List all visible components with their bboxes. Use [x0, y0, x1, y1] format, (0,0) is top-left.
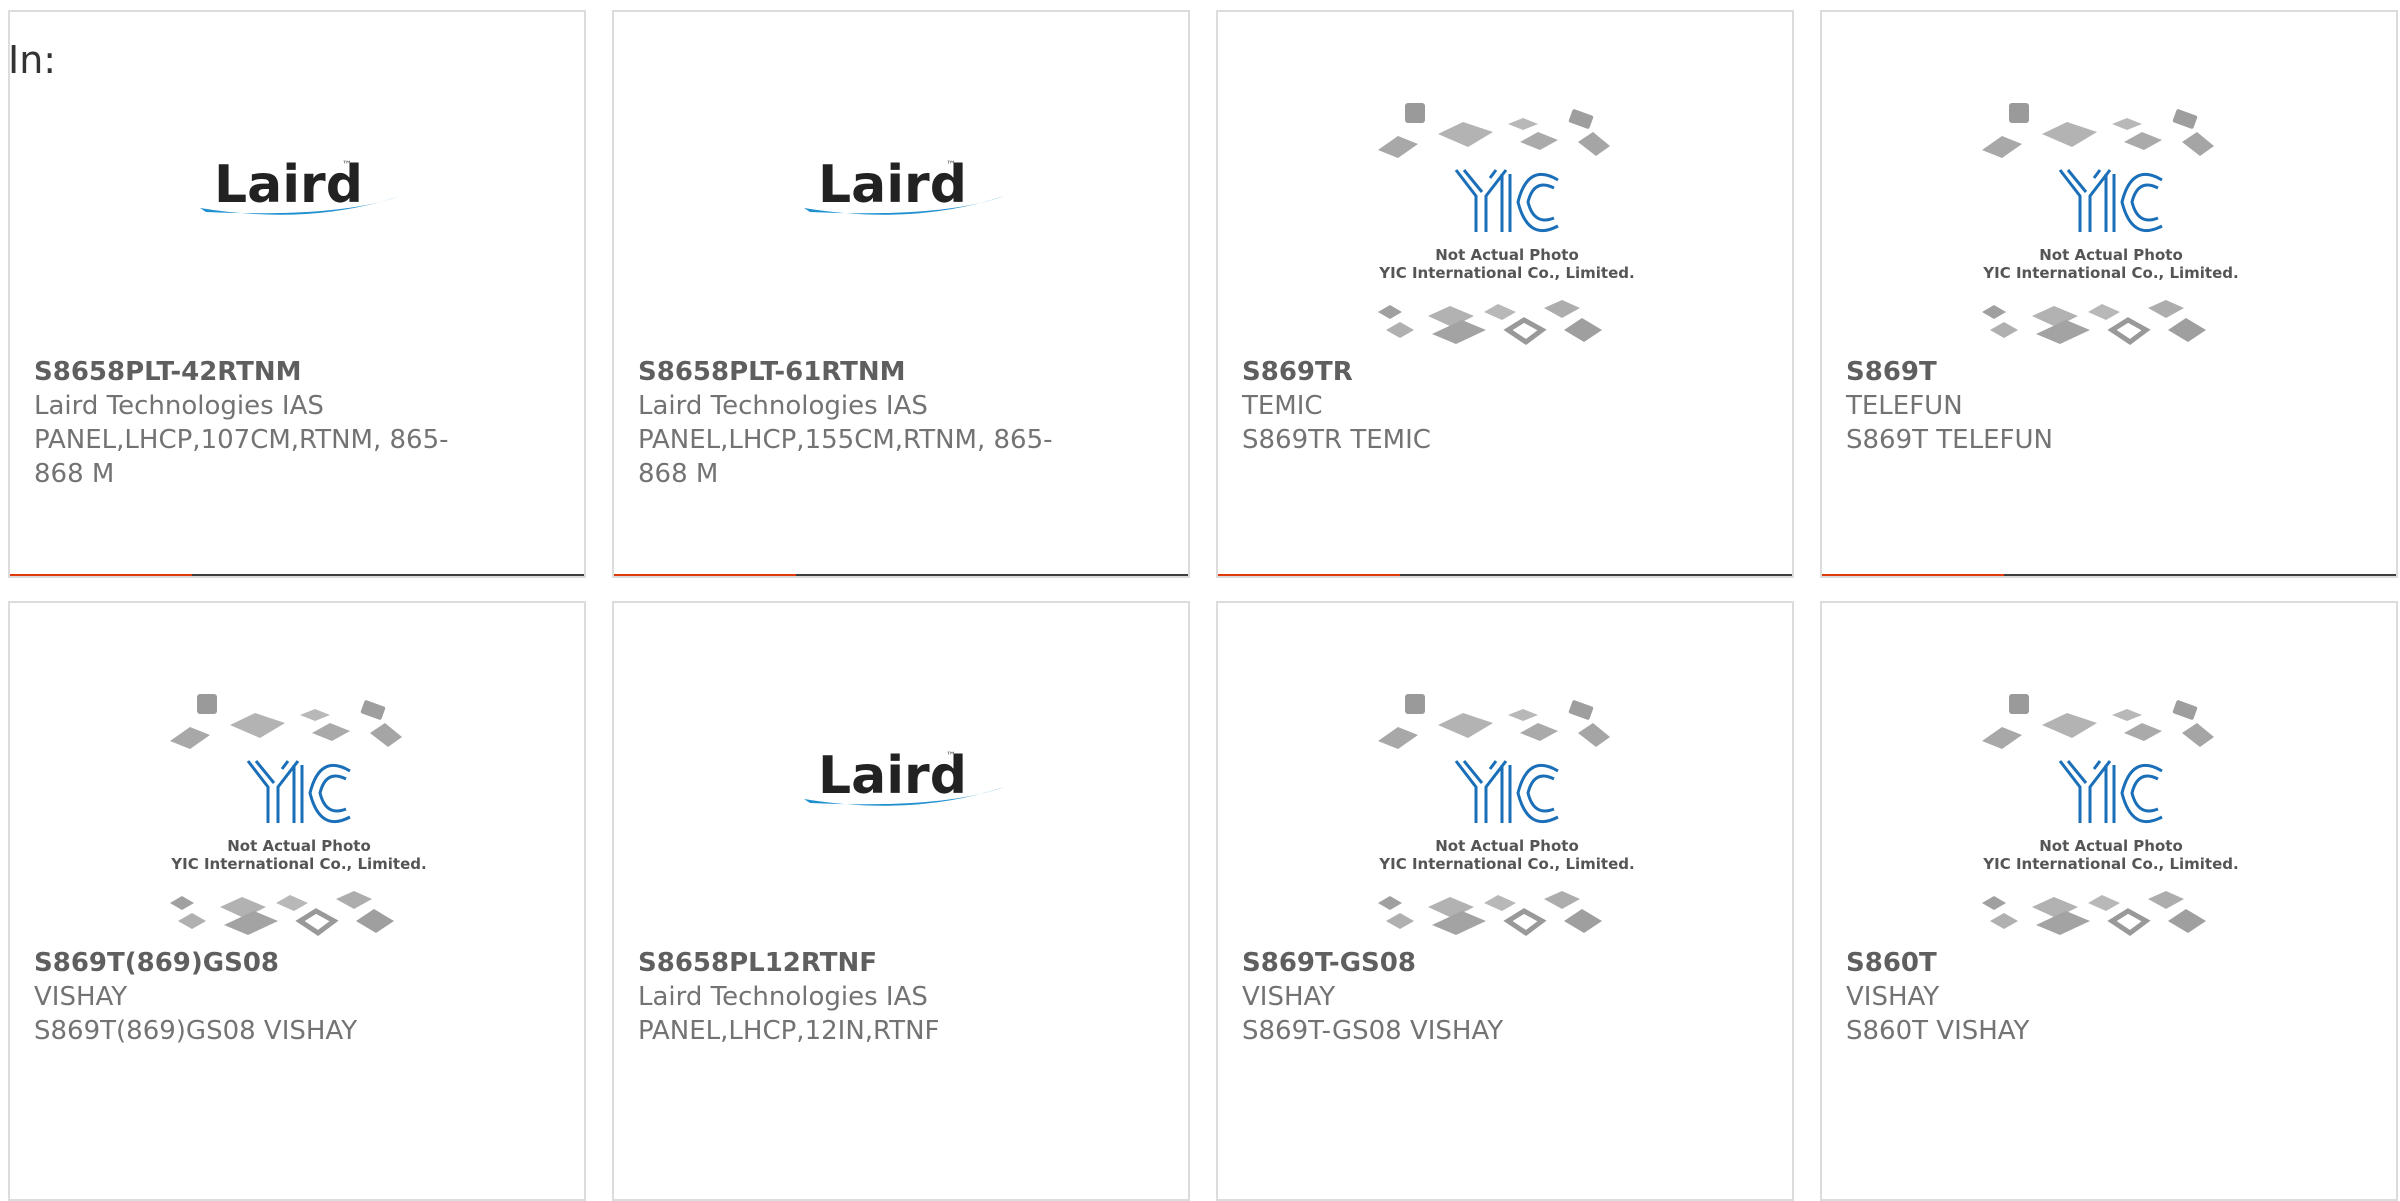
- product-card[interactable]: Not Actual Photo YIC International Co., …: [1216, 601, 1794, 1201]
- in-label: In:: [8, 38, 57, 82]
- product-image[interactable]: Laird ™: [614, 603, 1188, 943]
- manufacturer-label: TEMIC: [1242, 391, 1323, 421]
- manufacturer-label: Laird Technologies IAS: [638, 391, 928, 421]
- svg-text:™: ™: [946, 751, 956, 762]
- manufacturer-label: VISHAY: [1846, 982, 1940, 1012]
- product-image[interactable]: Laird ™: [614, 12, 1188, 352]
- product-image[interactable]: Laird ™: [10, 12, 584, 352]
- product-card[interactable]: Not Actual Photo YIC International Co., …: [1820, 10, 2398, 578]
- manufacturer-label: Laird Technologies IAS: [638, 982, 928, 1012]
- card-accent-bar: [10, 574, 192, 576]
- card-accent-bar: [1822, 574, 2004, 576]
- product-image[interactable]: Not Actual Photo YIC International Co., …: [1822, 603, 2396, 943]
- product-grid: Laird ™ S8658PLT-42RTNM Laird Technologie…: [0, 0, 2400, 1201]
- product-card[interactable]: Not Actual Photo YIC International Co., …: [8, 601, 586, 1201]
- svg-text:Not Actual Photo: Not Actual Photo: [2039, 837, 2183, 855]
- description-label: PANEL,LHCP,12IN,RTNF: [638, 1016, 940, 1046]
- not-actual-photo-icon: Not Actual Photo YIC International Co., …: [1378, 694, 1635, 937]
- product-info: S860T VISHAY S860T VISHAY: [1846, 946, 2286, 1048]
- product-info: S869T(869)GS08 VISHAY S869T(869)GS08 VISHA…: [34, 946, 474, 1048]
- part-number-link[interactable]: S869T(869)GS08: [34, 946, 474, 980]
- description-label: S869T TELEFUN: [1846, 425, 2053, 455]
- description-label: S869T-GS08 VISHAY: [1242, 1016, 1504, 1046]
- product-image[interactable]: Not Actual Photo YIC International Co., …: [1218, 12, 1792, 352]
- not-actual-photo-icon: Not Actual Photo YIC International Co., …: [1982, 103, 2239, 346]
- svg-text:™: ™: [342, 160, 352, 171]
- description-label: PANEL,LHCP,155CM,RTNM, 865-868 M: [638, 425, 1053, 489]
- svg-text:YIC International Co., Limited: YIC International Co., Limited.: [170, 855, 426, 873]
- svg-text:YIC International Co., Limited: YIC International Co., Limited.: [1378, 855, 1634, 873]
- description-label: S869TR TEMIC: [1242, 425, 1431, 455]
- product-card[interactable]: Laird ™ S8658PL12RTNF Laird Technologies …: [612, 601, 1190, 1201]
- not-actual-photo-icon: Not Actual Photo YIC International Co., …: [170, 694, 427, 937]
- product-image[interactable]: Not Actual Photo YIC International Co., …: [1218, 603, 1792, 943]
- product-card[interactable]: Not Actual Photo YIC International Co., …: [1820, 601, 2398, 1201]
- manufacturer-label: Laird Technologies IAS: [34, 391, 324, 421]
- part-number-link[interactable]: S8658PLT-42RTNM: [34, 355, 474, 389]
- part-number-link[interactable]: S869TR: [1242, 355, 1682, 389]
- svg-text:Not Actual Photo: Not Actual Photo: [227, 837, 371, 855]
- product-image[interactable]: Not Actual Photo YIC International Co., …: [1822, 12, 2396, 352]
- product-card[interactable]: Laird ™ S8658PLT-42RTNM Laird Technologie…: [8, 10, 586, 578]
- svg-text:Not Actual Photo: Not Actual Photo: [2039, 246, 2183, 264]
- product-card[interactable]: Not Actual Photo YIC International Co., …: [1216, 10, 1794, 578]
- product-info: S8658PLT-61RTNM Laird Technologies IAS PAN…: [638, 355, 1078, 491]
- svg-text:Not Actual Photo: Not Actual Photo: [1435, 246, 1579, 264]
- svg-text:YIC International Co., Limited: YIC International Co., Limited.: [1982, 855, 2238, 873]
- description-label: S860T VISHAY: [1846, 1016, 2030, 1046]
- part-number-link[interactable]: S8658PLT-61RTNM: [638, 355, 1078, 389]
- laird-logo-icon: Laird ™: [804, 746, 1004, 806]
- part-number-link[interactable]: S8658PL12RTNF: [638, 946, 1078, 980]
- part-number-link[interactable]: S869T-GS08: [1242, 946, 1682, 980]
- card-accent-bar: [614, 574, 796, 576]
- not-actual-photo-icon: Not Actual Photo YIC International Co., …: [1378, 103, 1635, 346]
- part-number-link[interactable]: S869T: [1846, 355, 2286, 389]
- laird-logo-icon: Laird ™: [804, 155, 1004, 215]
- not-actual-photo-icon: Not Actual Photo YIC International Co., …: [1982, 694, 2239, 937]
- svg-text:Laird: Laird: [214, 155, 363, 215]
- product-info: S869T-GS08 VISHAY S869T-GS08 VISHAY: [1242, 946, 1682, 1048]
- svg-text:™: ™: [946, 160, 956, 171]
- card-accent-bar: [1218, 574, 1400, 576]
- product-image[interactable]: Not Actual Photo YIC International Co., …: [10, 603, 584, 943]
- svg-text:YIC International Co., Limited: YIC International Co., Limited.: [1982, 264, 2238, 282]
- part-number-link[interactable]: S860T: [1846, 946, 2286, 980]
- card-bottom-bar: [10, 574, 584, 576]
- product-info: S8658PLT-42RTNM Laird Technologies IAS PAN…: [34, 355, 474, 491]
- manufacturer-label: VISHAY: [1242, 982, 1336, 1012]
- svg-text:Laird: Laird: [818, 155, 967, 215]
- svg-text:Not Actual Photo: Not Actual Photo: [1435, 837, 1579, 855]
- manufacturer-label: TELEFUN: [1846, 391, 1963, 421]
- description-label: PANEL,LHCP,107CM,RTNM, 865-868 M: [34, 425, 449, 489]
- manufacturer-label: VISHAY: [34, 982, 128, 1012]
- svg-text:Laird: Laird: [818, 746, 967, 806]
- card-bottom-bar: [1218, 574, 1792, 576]
- card-bottom-bar: [614, 574, 1188, 576]
- product-card[interactable]: Laird ™ S8658PLT-61RTNM Laird Technologie…: [612, 10, 1190, 578]
- card-bottom-bar: [1822, 574, 2396, 576]
- product-info: S869TR TEMIC S869TR TEMIC: [1242, 355, 1682, 457]
- svg-text:YIC International Co., Limited: YIC International Co., Limited.: [1378, 264, 1634, 282]
- product-info: S869T TELEFUN S869T TELEFUN: [1846, 355, 2286, 457]
- product-info: S8658PL12RTNF Laird Technologies IAS PANEL…: [638, 946, 1078, 1048]
- description-label: S869T(869)GS08 VISHAY: [34, 1016, 358, 1046]
- laird-logo-icon: Laird ™: [200, 155, 400, 215]
